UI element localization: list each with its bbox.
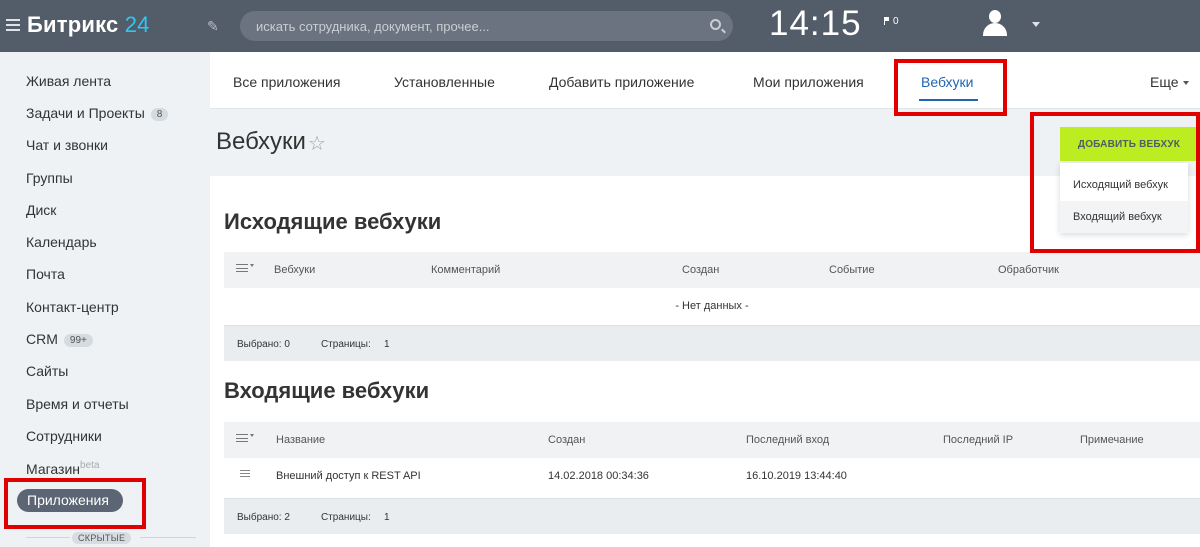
sidebar-item-label: Магазин <box>26 461 81 477</box>
sidebar-item-label: Сайты <box>26 363 69 379</box>
sidebar-item-label: Почта <box>26 266 65 282</box>
tab-installed[interactable]: Установленные <box>394 74 495 90</box>
pages-label: Страницы: <box>321 339 371 350</box>
chevron-down-icon <box>1182 81 1189 85</box>
tab-more-label: Еще <box>1150 74 1179 90</box>
sidebar-item-label: Контакт-центр <box>26 299 119 315</box>
sidebar-item-label: Диск <box>26 202 57 218</box>
page-title: Вебхуки <box>216 128 306 155</box>
sidebar-item-label: Календарь <box>26 234 97 250</box>
grid-header: Название Создан Последний вход Последний… <box>224 422 1200 458</box>
search-box <box>240 11 733 41</box>
chevron-down-icon[interactable] <box>1032 22 1040 27</box>
column-header[interactable]: Комментарий <box>431 264 500 276</box>
pencil-icon[interactable]: ✎ <box>207 18 219 35</box>
divider <box>140 537 196 538</box>
column-header[interactable]: Обработчик <box>998 264 1059 276</box>
clock[interactable]: 14:15 <box>769 4 862 44</box>
grid-settings-icon[interactable] <box>236 434 254 442</box>
menu-icon[interactable] <box>6 19 20 31</box>
sidebar-item-label: Живая лента <box>26 73 112 89</box>
counter-badge: 8 <box>150 108 169 121</box>
column-header[interactable]: Вебхуки <box>274 264 315 276</box>
sidebar-item-shop[interactable]: Магазинbeta <box>26 460 99 477</box>
highlight-frame <box>894 59 1007 116</box>
sidebar-item-disk[interactable]: Диск <box>26 202 56 218</box>
tab-all-apps[interactable]: Все приложения <box>233 74 340 90</box>
column-header[interactable]: Примечание <box>1080 434 1144 446</box>
column-header[interactable]: Последний IP <box>943 434 1013 446</box>
sidebar-item-label: Группы <box>26 170 73 186</box>
incoming-title: Входящие вебхуки <box>224 378 430 403</box>
sidebar-item-feed[interactable]: Живая лента <box>26 73 111 89</box>
highlight-frame <box>1030 112 1200 253</box>
sidebar-item-label: Чат и звонки <box>26 137 108 153</box>
pages-label: Страницы: <box>321 512 371 523</box>
divider <box>26 537 70 538</box>
page-link[interactable]: 1 <box>384 512 390 523</box>
sidebar-item-calendar[interactable]: Календарь <box>26 234 97 250</box>
star-icon[interactable]: ☆ <box>308 131 326 156</box>
sidebar-item-tasks[interactable]: Задачи и Проекты 8 <box>26 105 169 121</box>
sidebar-item-employees[interactable]: Сотрудники <box>26 428 102 444</box>
sidebar-item-groups[interactable]: Группы <box>26 170 73 186</box>
notifications-count: 0 <box>893 16 899 27</box>
webhook-name[interactable]: Внешний доступ к REST API <box>276 470 421 482</box>
logo-number: 24 <box>124 12 150 37</box>
grid-footer: Выбрано: 2 Страницы: 1 <box>224 498 1200 534</box>
counter-badge: 99+ <box>63 334 93 347</box>
user-avatar-icon[interactable] <box>983 10 1007 38</box>
highlight-frame <box>4 478 146 529</box>
outgoing-title: Исходящие вебхуки <box>224 209 442 234</box>
created-date: 14.02.2018 00:34:36 <box>548 470 649 482</box>
page-link[interactable]: 1 <box>384 339 390 350</box>
selected-count: Выбрано: 0 <box>237 339 290 350</box>
grid-header: Вебхуки Комментарий Создан Событие Обраб… <box>224 252 1200 288</box>
sidebar-item-label: Задачи и Проекты <box>26 105 145 121</box>
sidebar-item-label: Сотрудники <box>26 428 102 444</box>
sidebar-item-time-reports[interactable]: Время и отчеты <box>26 396 129 412</box>
notifications-counter[interactable]: 0 <box>884 16 899 27</box>
sidebar-item-chat[interactable]: Чат и звонки <box>26 137 108 153</box>
column-header[interactable]: Название <box>276 434 325 446</box>
logo-text: Битрикс <box>27 12 119 37</box>
last-login-date: 16.10.2019 13:44:40 <box>746 470 847 482</box>
sidebar-item-mail[interactable]: Почта <box>26 266 65 282</box>
tab-add-app[interactable]: Добавить приложение <box>549 74 694 90</box>
top-bar: Битрикс 24 ✎ 14:15 0 <box>0 0 1200 52</box>
search-icon[interactable] <box>710 19 721 30</box>
tab-more[interactable]: Еще <box>1150 74 1189 90</box>
table-row[interactable]: Внешний доступ к REST API 14.02.2018 00:… <box>224 458 1200 494</box>
beta-label: beta <box>80 460 100 471</box>
selected-count: Выбрано: 2 <box>237 512 290 523</box>
tab-my-apps[interactable]: Мои приложения <box>753 74 864 90</box>
tab-bar: Все приложения Установленные Добавить пр… <box>210 52 1200 109</box>
column-header[interactable]: Создан <box>682 264 719 276</box>
empty-message: - Нет данных - <box>675 300 749 312</box>
hidden-items-toggle[interactable]: СКРЫТЫЕ <box>72 532 132 544</box>
row-menu-icon[interactable] <box>240 470 250 477</box>
grid-settings-icon[interactable] <box>236 264 254 272</box>
logo[interactable]: Битрикс 24 <box>27 12 150 38</box>
sidebar-item-sites[interactable]: Сайты <box>26 363 68 379</box>
sidebar-item-crm[interactable]: CRM 99+ <box>26 331 93 347</box>
sidebar-item-contact-center[interactable]: Контакт-центр <box>26 299 119 315</box>
search-input[interactable] <box>256 11 696 41</box>
column-header[interactable]: Создан <box>548 434 585 446</box>
column-header[interactable]: Последний вход <box>746 434 829 446</box>
grid-footer: Выбрано: 0 Страницы: 1 <box>224 325 1200 361</box>
column-header[interactable]: Событие <box>829 264 875 276</box>
sidebar-item-label: CRM <box>26 331 58 347</box>
sidebar-item-label: Время и отчеты <box>26 396 129 412</box>
flag-icon <box>884 17 890 25</box>
